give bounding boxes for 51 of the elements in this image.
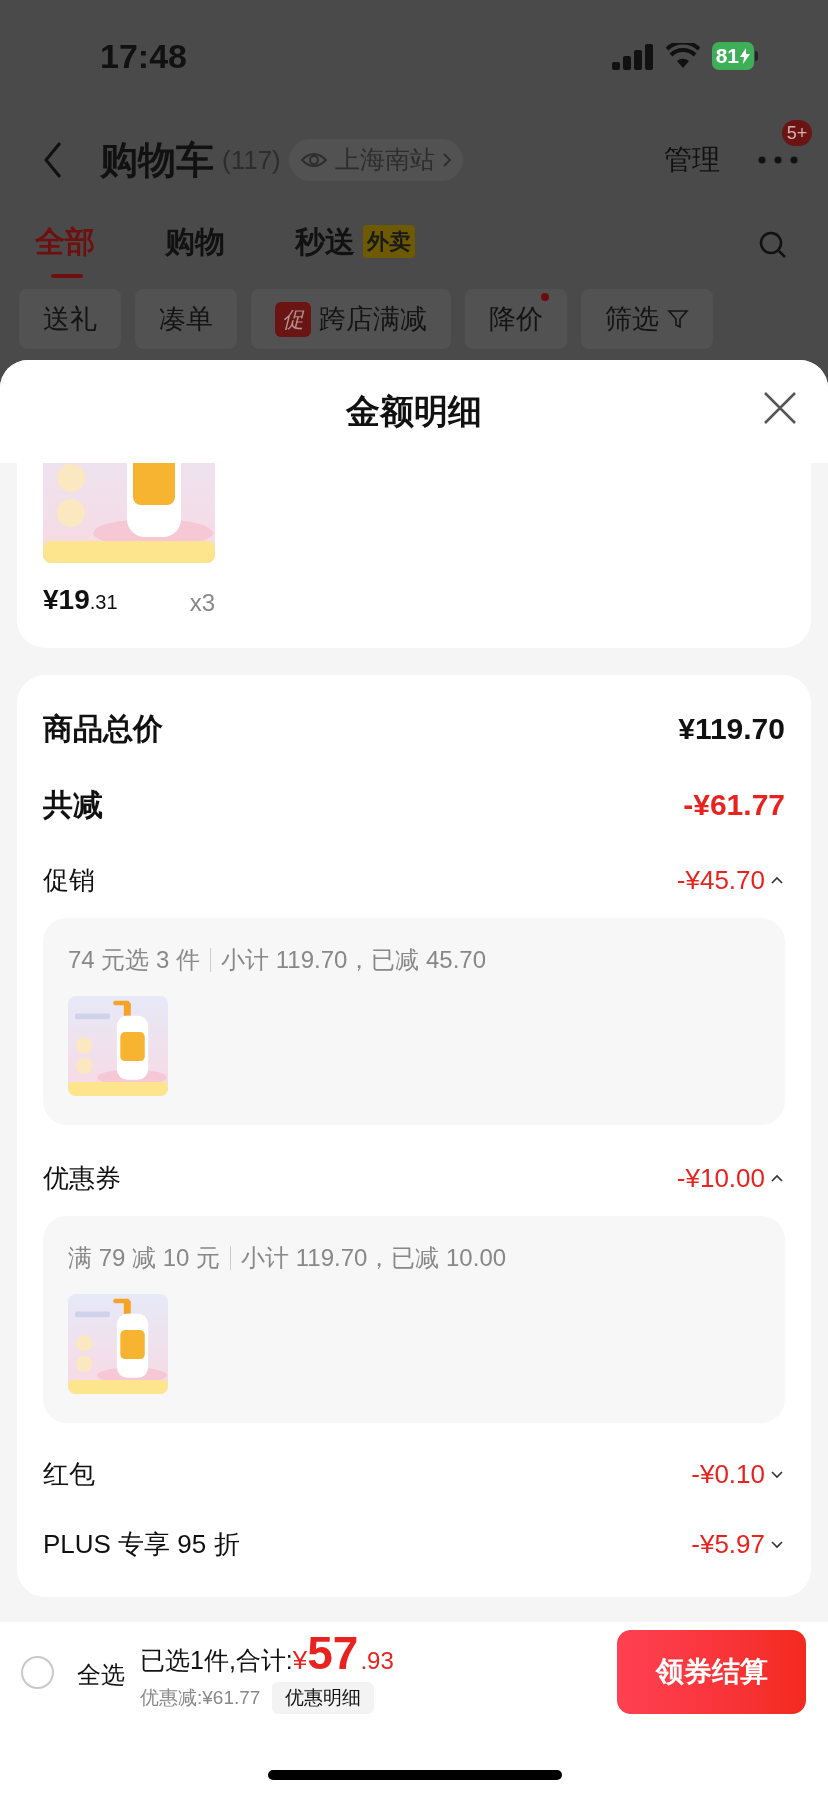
quantity: x3: [189, 588, 215, 618]
filter-chip[interactable]: 送礼: [19, 289, 121, 349]
row-value: -¥61.77: [683, 786, 785, 823]
row-toggle[interactable]: -¥0.10: [691, 1454, 785, 1494]
row-label: 优惠券: [43, 1161, 121, 1195]
row-value: ¥119.70: [678, 710, 785, 747]
back-icon[interactable]: [42, 140, 64, 180]
unit-price: ¥19.31: [43, 583, 118, 617]
filter-chip[interactable]: 降价: [465, 289, 567, 349]
filter-chip[interactable]: 促 跨店满减: [251, 289, 451, 349]
discount-total: 优惠减:¥61.77: [140, 1685, 261, 1710]
discount-detail-button[interactable]: 优惠明细: [272, 1681, 375, 1715]
discount-subtotal: 小计 119.70，已减 45.70: [221, 945, 487, 975]
sheet-title: 金额明细: [346, 391, 482, 432]
filter-icon: [667, 308, 689, 330]
caret-down-icon: [769, 1539, 785, 1549]
cart-tab[interactable]: 购物: [165, 210, 225, 280]
search-icon[interactable]: [758, 230, 788, 260]
filter-chip[interactable]: 凑单: [135, 289, 237, 349]
chevron-right-icon: [442, 153, 451, 167]
row-toggle[interactable]: -¥5.97: [691, 1524, 785, 1564]
row-toggle[interactable]: -¥45.70: [676, 860, 785, 900]
discount-rule: 满 79 减 10 元: [68, 1243, 221, 1273]
page-title: 购物车: [100, 137, 214, 183]
more-icon[interactable]: [758, 156, 798, 164]
close-icon[interactable]: [762, 390, 798, 426]
eye-icon: [300, 151, 327, 169]
status-time: 17:48: [100, 35, 187, 77]
cart-tab[interactable]: 全部: [35, 210, 95, 280]
row-label: 共减: [43, 786, 103, 823]
selection-summary: 已选1件,合计:: [140, 1644, 293, 1676]
caret-down-icon: [769, 1469, 785, 1479]
discount-subtotal: 小计 119.70，已减 10.00: [241, 1243, 507, 1273]
wifi-icon: [665, 43, 700, 69]
caret-up-icon: [769, 1173, 785, 1183]
select-all-label[interactable]: 全选: [77, 1657, 125, 1693]
select-all-checkbox[interactable]: [21, 1655, 54, 1689]
filter-chip[interactable]: 筛选: [581, 289, 713, 349]
cart-tab[interactable]: 秒送 外卖: [295, 210, 415, 280]
manage-button[interactable]: 管理: [664, 139, 720, 181]
signal-icon: [611, 42, 654, 70]
caret-up-icon: [769, 875, 785, 885]
notification-badge: 5+: [782, 120, 812, 146]
discount-rule: 74 元选 3 件: [68, 945, 201, 975]
total-amount: ¥57.93: [292, 1629, 394, 1680]
row-label: 红包: [43, 1457, 95, 1491]
checkout-button[interactable]: 领券结算: [617, 1630, 806, 1714]
row-label: 商品总价: [43, 710, 163, 747]
row-label: PLUS 专享 95 折: [43, 1527, 240, 1561]
row-label: 促销: [43, 863, 95, 897]
row-toggle[interactable]: -¥10.00: [676, 1158, 785, 1198]
